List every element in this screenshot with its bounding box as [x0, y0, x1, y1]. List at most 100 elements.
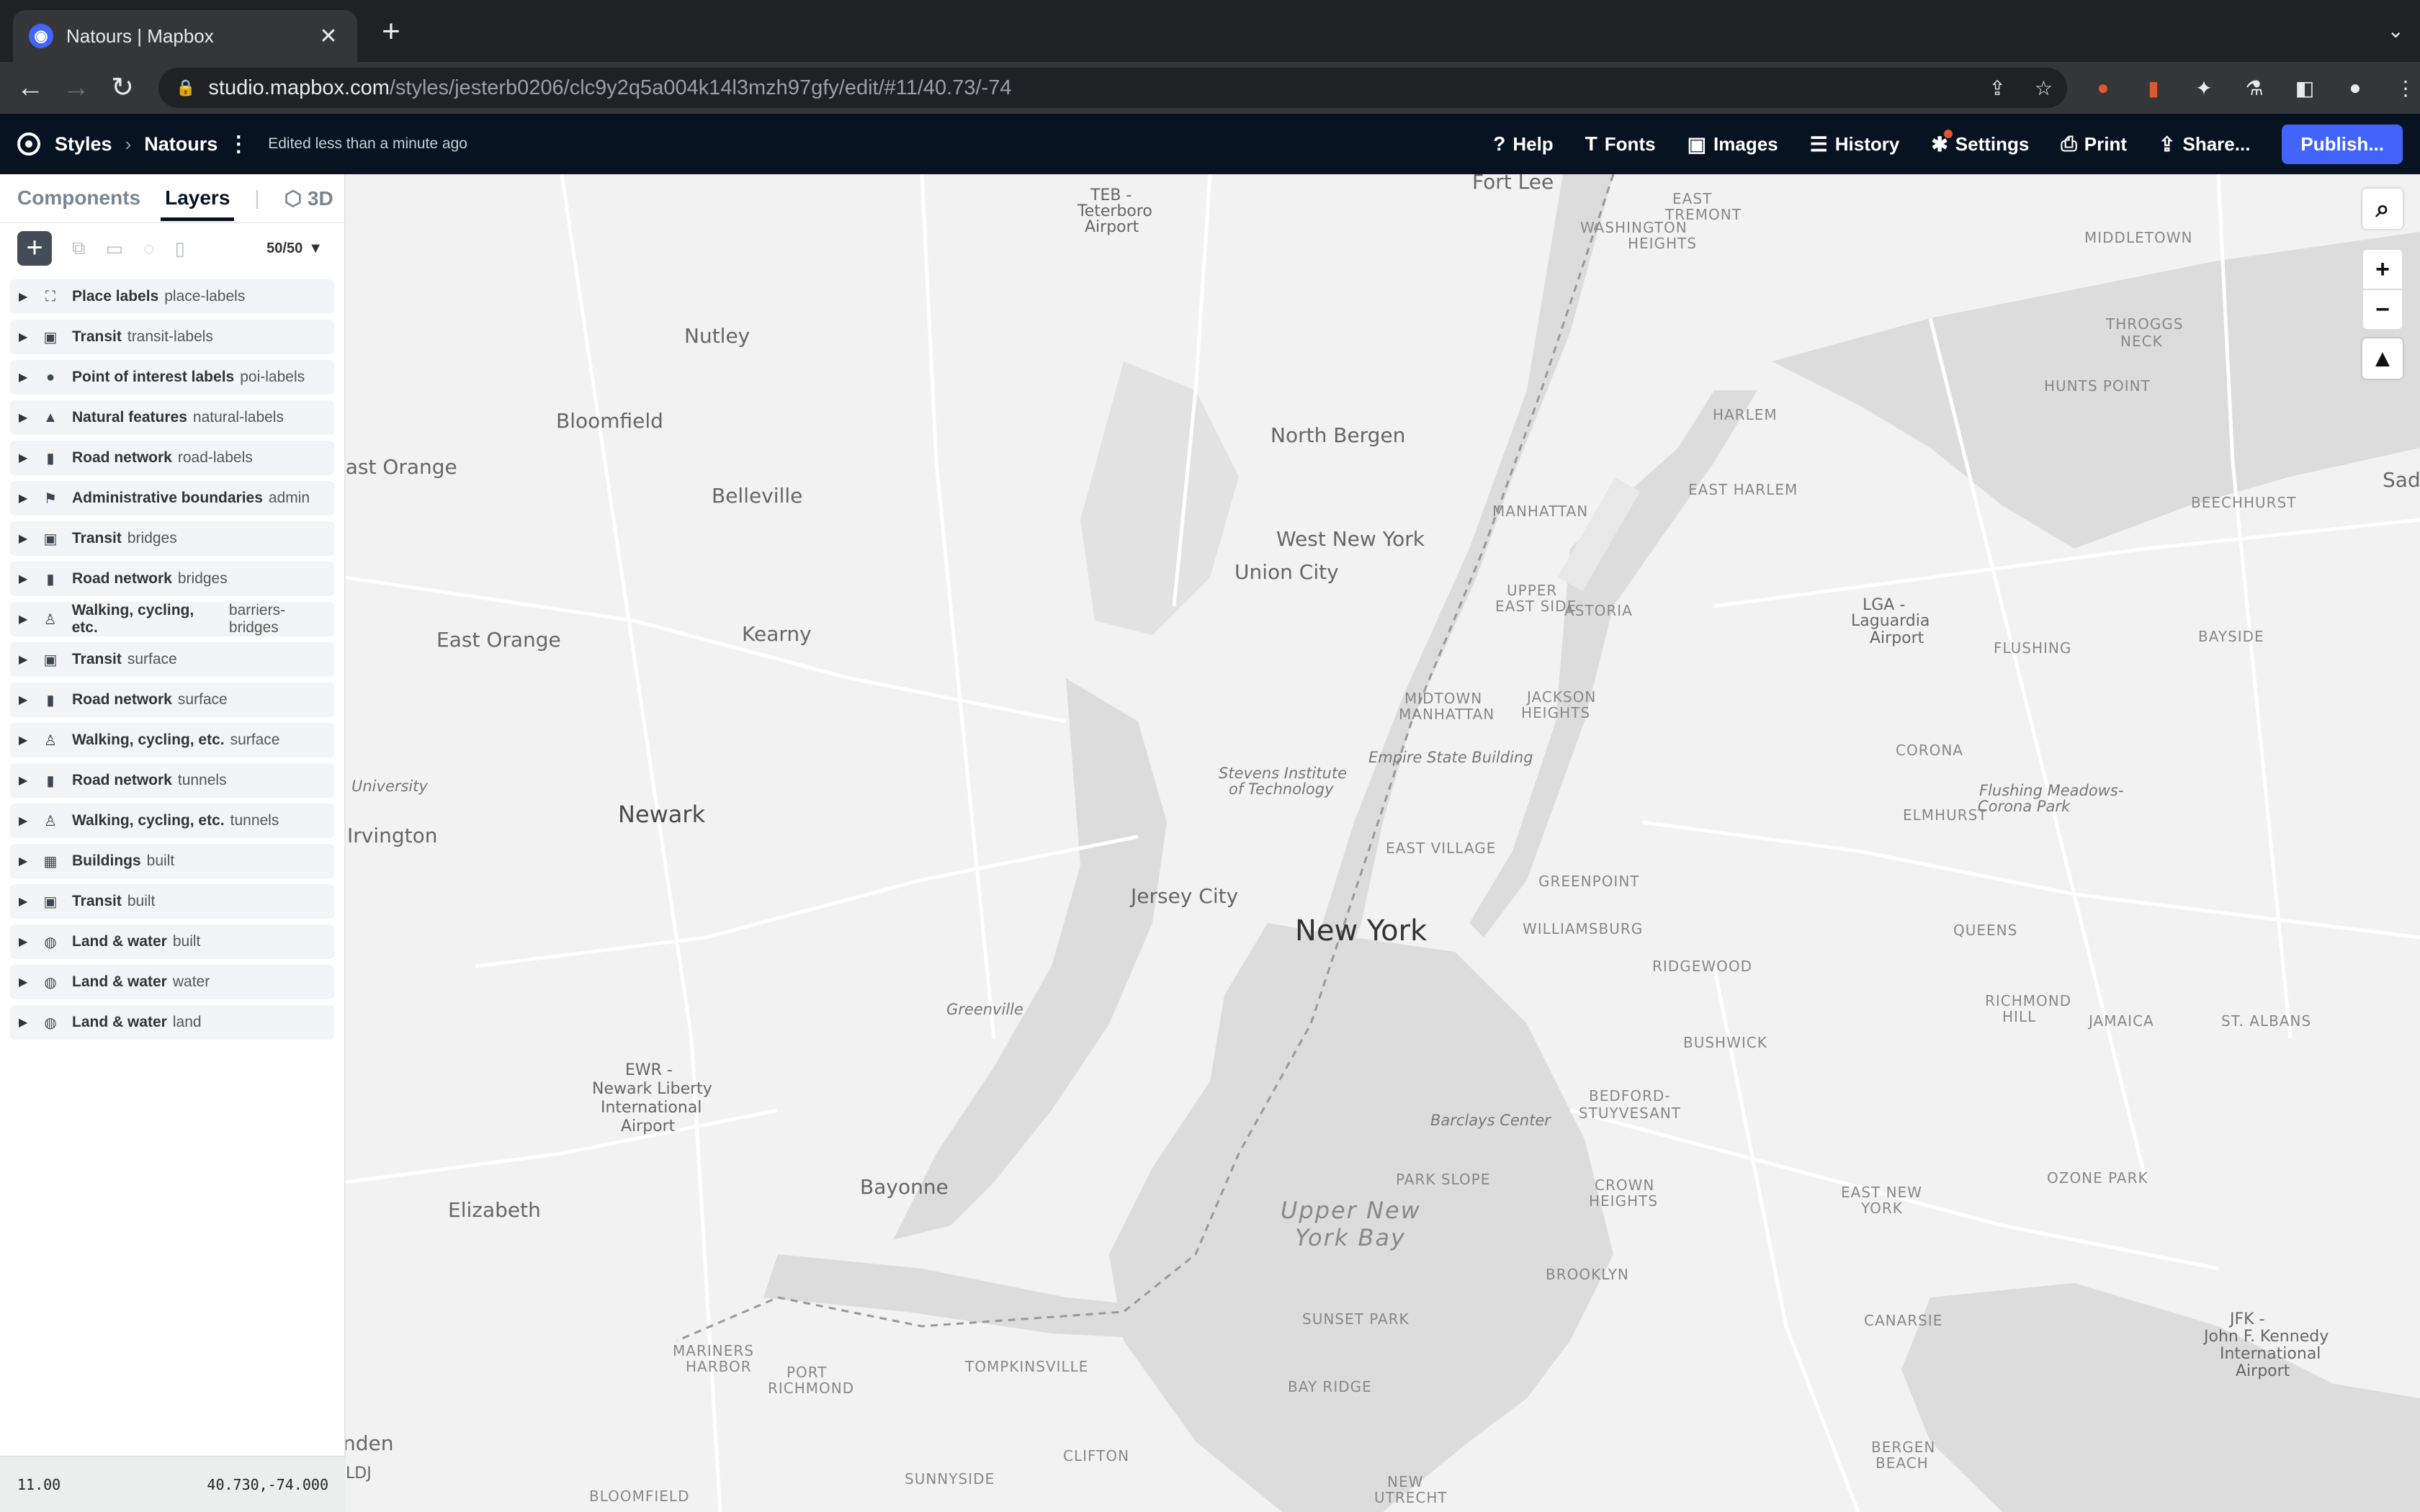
- layer-row[interactable]: ▶ ♙ Walking, cycling, etc. surface: [10, 723, 334, 757]
- layer-row[interactable]: ▶ ▣ Transit bridges: [10, 521, 334, 556]
- road-icon: ▮: [46, 773, 55, 789]
- hide-eye-icon[interactable]: ◌: [143, 238, 154, 260]
- settings-button[interactable]: ✱ Settings: [1931, 129, 2029, 156]
- expand-caret-icon[interactable]: ▶: [19, 491, 40, 505]
- zoom-in-button[interactable]: +: [2362, 249, 2403, 289]
- style-name[interactable]: Natours: [144, 133, 218, 156]
- breadcrumb-styles[interactable]: Styles: [55, 133, 112, 156]
- publish-button[interactable]: Publish...: [2282, 124, 2403, 164]
- wetlands: [1080, 361, 1239, 635]
- expand-caret-icon[interactable]: ▶: [19, 531, 40, 546]
- sidebar-tabs: Components Layers | ⬡ 3D: [0, 174, 344, 223]
- folder-icon[interactable]: ▭: [106, 238, 124, 260]
- layer-row[interactable]: ▶ ▮ Road network road-labels: [10, 441, 334, 475]
- style-menu-icon[interactable]: ⋮: [228, 132, 249, 157]
- chevron-down-icon[interactable]: ⌄: [2388, 19, 2404, 42]
- layer-row[interactable]: ▶ ◍ Land & water water: [10, 965, 334, 999]
- layer-row[interactable]: ▶ ▣ Transit surface: [10, 642, 334, 677]
- back-button[interactable]: ←: [12, 69, 49, 107]
- expand-caret-icon[interactable]: ▶: [19, 814, 40, 828]
- tab-3d[interactable]: ⬡ 3D: [284, 186, 333, 210]
- map-label: CORONA: [1896, 742, 1963, 759]
- layer-row[interactable]: ▶ ♙ Walking, cycling, etc. tunnels: [10, 804, 334, 838]
- layer-row[interactable]: ▶ ▦ Buildings built: [10, 844, 334, 878]
- layer-row[interactable]: ▶ ♙ Walking, cycling, etc. barriers-bridges: [10, 602, 334, 636]
- side-panel-icon[interactable]: ◧: [2290, 73, 2319, 102]
- layer-group: built: [172, 933, 201, 950]
- layer-row[interactable]: ▶ ▣ Transit transit-labels: [10, 320, 334, 354]
- extension-icon-2[interactable]: ▮: [2139, 73, 2168, 102]
- layer-row[interactable]: ▶ ◍ Land & water built: [10, 924, 334, 959]
- reload-button[interactable]: ↻: [104, 69, 141, 107]
- expand-caret-icon[interactable]: ▶: [19, 773, 40, 788]
- expand-caret-icon[interactable]: ▶: [19, 935, 40, 949]
- layer-row[interactable]: ▶ ▮ Road network bridges: [10, 562, 334, 596]
- map-label: Irvington: [347, 824, 438, 847]
- zoom-out-button[interactable]: −: [2362, 289, 2403, 330]
- trash-icon[interactable]: ▯: [175, 238, 185, 260]
- expand-caret-icon[interactable]: ▶: [19, 975, 40, 989]
- map-label: SUNSET PARK: [1302, 1310, 1410, 1328]
- profile-avatar-icon[interactable]: ●: [2341, 73, 2370, 102]
- expand-caret-icon[interactable]: ▶: [19, 572, 40, 586]
- map-label: PARK SLOPE: [1396, 1171, 1491, 1188]
- tab-layers[interactable]: Layers: [161, 186, 235, 221]
- layer-row[interactable]: ▶ ◍ Land & water land: [10, 1005, 334, 1040]
- forward-button[interactable]: →: [58, 69, 95, 107]
- tab-components[interactable]: Components: [17, 186, 140, 210]
- expand-caret-icon[interactable]: ▶: [19, 1015, 40, 1030]
- layer-row[interactable]: ▶ ⚑ Administrative boundaries admin: [10, 481, 334, 516]
- layer-row[interactable]: ▶ ⛶ Place labels place-labels: [10, 279, 334, 314]
- expand-caret-icon[interactable]: ▶: [19, 612, 40, 626]
- mountain-icon: ▲: [43, 409, 58, 426]
- map-label: RICHMOND: [768, 1380, 855, 1397]
- duplicate-icon[interactable]: ⧉: [72, 237, 86, 260]
- expand-caret-icon[interactable]: ▶: [19, 733, 40, 747]
- compass-button[interactable]: ▲: [2362, 338, 2403, 379]
- expand-caret-icon[interactable]: ▶: [19, 289, 40, 304]
- expand-caret-icon[interactable]: ▶: [19, 370, 40, 384]
- browser-menu-icon[interactable]: ⋮: [2391, 73, 2420, 102]
- puzzle-extensions-icon[interactable]: ✦: [2190, 73, 2218, 102]
- layer-row[interactable]: ▶ ▣ Transit built: [10, 884, 334, 919]
- layer-row[interactable]: ▶ ▮ Road network tunnels: [10, 763, 334, 798]
- mapbox-logo-icon[interactable]: [17, 132, 40, 156]
- map-canvas[interactable]: TEB - Teterboro Airport Fort Lee EAST TREMONT…: [346, 174, 2420, 1512]
- images-button[interactable]: ▣ Images: [1688, 132, 1778, 156]
- expand-caret-icon[interactable]: ▶: [19, 854, 40, 868]
- map-search-button[interactable]: ⌕: [2362, 189, 2403, 229]
- map-label: JFK -: [2230, 1310, 2265, 1328]
- share-button[interactable]: ⇪ Share...: [2159, 132, 2250, 156]
- fonts-button[interactable]: T Fonts: [1585, 132, 1656, 156]
- browser-tab[interactable]: ◉ Natours | Mapbox ✕: [13, 10, 357, 62]
- share-page-icon[interactable]: ⇪: [1989, 76, 2005, 100]
- close-tab-icon[interactable]: ✕: [315, 24, 341, 49]
- expand-caret-icon[interactable]: ▶: [19, 894, 40, 909]
- lock-icon: 🔒: [176, 78, 196, 96]
- layer-group: natural-labels: [192, 409, 284, 426]
- pin-icon: ●: [45, 369, 55, 385]
- layer-count[interactable]: 50/50 ▼: [266, 223, 323, 274]
- history-button[interactable]: ☰ History: [1810, 132, 1900, 156]
- map-label: MIDDLETOWN: [2084, 229, 2193, 246]
- map-label: Newark: [618, 801, 706, 828]
- layer-row[interactable]: ▶ ▲ Natural features natural-labels: [10, 400, 334, 435]
- print-button[interactable]: ⎙ Print: [2061, 132, 2127, 156]
- map-label: JACKSON: [1527, 688, 1597, 706]
- expand-caret-icon[interactable]: ▶: [19, 652, 40, 667]
- new-tab-button[interactable]: +: [375, 16, 408, 49]
- layer-row[interactable]: ▶ ▮ Road network surface: [10, 683, 334, 717]
- expand-caret-icon[interactable]: ▶: [19, 330, 40, 344]
- extension-icon-1[interactable]: ●: [2089, 73, 2118, 102]
- help-button[interactable]: ? Help: [1493, 132, 1553, 156]
- expand-caret-icon[interactable]: ▶: [19, 451, 40, 465]
- add-layer-button[interactable]: +: [17, 231, 52, 266]
- address-bar[interactable]: 🔒 studio.mapbox.com/styles/jesterb0206/c…: [158, 68, 2067, 108]
- layer-row[interactable]: ▶ ● Point of interest labels poi-labels: [10, 360, 334, 395]
- expand-caret-icon[interactable]: ▶: [19, 410, 40, 425]
- bookmark-star-icon[interactable]: ☆: [2035, 76, 2053, 100]
- expand-caret-icon[interactable]: ▶: [19, 693, 40, 707]
- map-label: GREENPOINT: [1538, 873, 1640, 890]
- layers-sidebar: Components Layers | ⬡ 3D + ⧉ ▭ ◌ ▯ 50/50…: [0, 174, 346, 1512]
- labs-flask-icon[interactable]: ⚗: [2240, 73, 2269, 102]
